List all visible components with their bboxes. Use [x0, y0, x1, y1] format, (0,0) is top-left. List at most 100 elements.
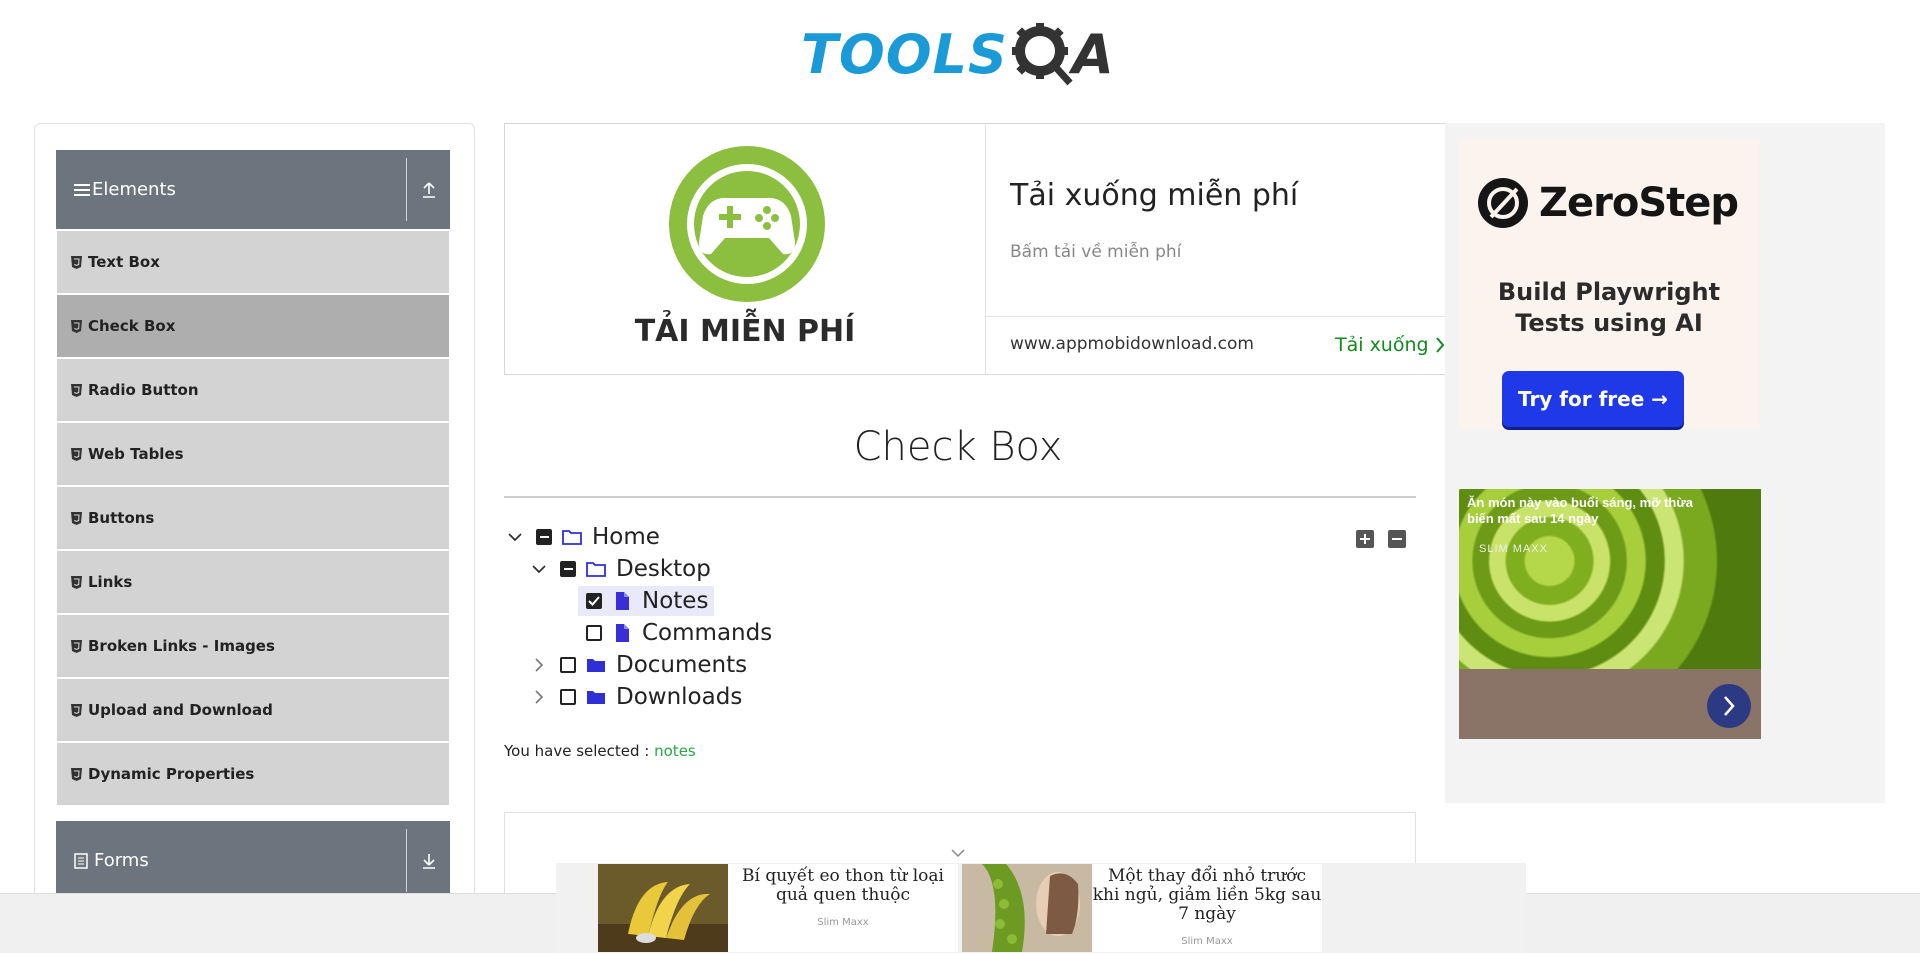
bananas-image: [598, 864, 728, 952]
menu-item-broken-links-images[interactable]: Broken Links - Images: [57, 615, 449, 679]
html5-badge-icon: [71, 511, 82, 525]
group-title-elements: Elements: [92, 179, 176, 200]
toolsqa-logo[interactable]: TOOLS A: [801, 16, 1123, 92]
tagline-line-1: Build Playwright: [1497, 278, 1721, 306]
menu-item-dynamic-properties[interactable]: Dynamic Properties: [57, 743, 449, 807]
html5-badge-icon: [71, 575, 82, 589]
tree-node-commands: Commands: [578, 618, 772, 648]
tree-actions: [1356, 530, 1406, 548]
tree-label-home[interactable]: Home: [592, 524, 660, 550]
menu-item-label: Text Box: [88, 253, 160, 271]
left-sidebar: Elements Text Box Check Box Radio Button…: [34, 123, 475, 953]
upload-arrow-icon[interactable]: [419, 178, 439, 202]
ad-image-panel: TẢI MIỄN PHÍ: [505, 124, 986, 374]
bottom-ad-2-text: Một thay đổi nhỏ trước khi ngủ, giảm liề…: [1092, 864, 1322, 952]
folder-open-icon: [562, 530, 582, 545]
menu-item-text-box[interactable]: Text Box: [57, 231, 449, 295]
menu-item-label: Links: [88, 573, 133, 591]
menu-item-label: Buttons: [88, 509, 155, 527]
gamepad-icon: [669, 146, 825, 302]
tree-label-notes[interactable]: Notes: [642, 588, 708, 614]
zerostep-brand-text: ZeroStep: [1539, 180, 1739, 226]
ad-caption: Ăn món này vào buổi sáng, mỡ thừa biến m…: [1467, 495, 1693, 526]
chevron-down-icon[interactable]: [528, 558, 550, 580]
group-title-forms: Forms: [94, 850, 149, 871]
ad-zerostep[interactable]: ZeroStep Build Playwright Tests using AI…: [1459, 139, 1759, 429]
menu-item-label: Broken Links - Images: [88, 637, 275, 655]
tagline-line-2: Tests using AI: [1515, 309, 1703, 337]
html5-badge-icon: [71, 767, 82, 781]
tree-label-downloads[interactable]: Downloads: [616, 684, 742, 710]
logo-text-tools: TOOLS: [801, 22, 1008, 86]
ad-banner-top[interactable]: TẢI MIỄN PHÍ Tải xuống miễn phí Bấm tải …: [504, 123, 1446, 375]
logo-text-a: A: [1071, 22, 1114, 86]
bottom-ad-1[interactable]: Bí quyết eo thon từ loại quả quen thuộc …: [598, 864, 958, 952]
checkbox-tree: Home Desktop Notes Commands Documents Do…: [504, 522, 1414, 722]
tree-label-documents[interactable]: Documents: [616, 652, 747, 678]
tree-label-desktop[interactable]: Desktop: [616, 556, 711, 582]
chevron-down-icon[interactable]: [950, 848, 966, 858]
chevron-down-icon[interactable]: [504, 526, 526, 548]
checkbox-desktop[interactable]: [560, 561, 576, 577]
menu-item-label: Web Tables: [88, 445, 184, 463]
ad-download-link[interactable]: Tải xuống: [1335, 334, 1445, 356]
html5-badge-icon: [71, 639, 82, 653]
chevron-right-icon[interactable]: [528, 654, 550, 676]
menu-item-check-box[interactable]: Check Box: [57, 295, 449, 359]
bottom-ad-1-title: Bí quyết eo thon từ loại quả quen thuộc: [742, 866, 944, 905]
ad-subtitle: Bấm tải về miễn phí: [1010, 242, 1182, 262]
html5-badge-icon: [71, 255, 82, 269]
checkbox-commands[interactable]: [586, 625, 602, 641]
try-for-free-button[interactable]: Try for free →: [1502, 371, 1684, 427]
checkbox-notes[interactable]: [586, 593, 602, 609]
tree-node-desktop: Desktop: [528, 554, 711, 584]
chevron-right-icon[interactable]: [528, 686, 550, 708]
menu-item-buttons[interactable]: Buttons: [57, 487, 449, 551]
tree-node-notes: Notes: [578, 586, 715, 616]
menu-item-label: Radio Button: [88, 381, 199, 399]
zerostep-tagline: Build Playwright Tests using AI: [1459, 277, 1759, 339]
bottom-ad-2-title: Một thay đổi nhỏ trước khi ngủ, giảm liề…: [1092, 866, 1322, 924]
document-icon: [74, 852, 88, 869]
checkbox-home[interactable]: [536, 529, 552, 545]
bottom-ad-1-text: Bí quyết eo thon từ loại quả quen thuộc …: [728, 864, 958, 952]
html5-badge-icon: [71, 447, 82, 461]
checkbox-documents[interactable]: [560, 657, 576, 673]
html5-badge-icon: [71, 383, 82, 397]
ad-title[interactable]: Tải xuống miễn phí: [1010, 178, 1298, 213]
minus-square-icon[interactable]: [1388, 530, 1406, 548]
menu-item-label: Check Box: [88, 317, 176, 335]
ad-sidebar-right: ZeroStep Build Playwright Tests using AI…: [1445, 123, 1885, 803]
result-prefix: You have selected :: [504, 742, 650, 760]
menu-item-label: Upload and Download: [88, 701, 273, 719]
bottom-ad-2[interactable]: Một thay đổi nhỏ trước khi ngủ, giảm liề…: [962, 864, 1322, 952]
file-icon: [616, 592, 629, 610]
download-arrow-icon[interactable]: [419, 849, 439, 873]
page-title: Check Box: [853, 424, 1063, 470]
zerostep-brand: ZeroStep: [1477, 177, 1739, 229]
group-header-elements[interactable]: Elements: [56, 150, 450, 229]
folder-icon: [587, 691, 605, 704]
elements-menu-list: Text Box Check Box Radio Button Web Tabl…: [57, 231, 449, 807]
file-icon: [616, 624, 629, 642]
tree-node-documents: Documents: [528, 650, 747, 680]
plus-square-icon[interactable]: [1356, 530, 1374, 548]
chevron-right-icon: [1435, 337, 1444, 353]
divider: [406, 829, 407, 892]
page: TOOLS A Elements Text Box Check Box Radi…: [0, 0, 1920, 953]
menu-item-upload-and-download[interactable]: Upload and Download: [57, 679, 449, 743]
ad-url[interactable]: www.appmobidownload.com: [1010, 334, 1254, 354]
tree-label-commands[interactable]: Commands: [642, 620, 772, 646]
menu-item-links[interactable]: Links: [57, 551, 449, 615]
menu-item-radio-button[interactable]: Radio Button: [57, 359, 449, 423]
checkbox-downloads[interactable]: [560, 689, 576, 705]
bitter-melon-image: [962, 864, 1092, 952]
divider: [504, 496, 1416, 498]
ad-slim-maxx[interactable]: Ăn món này vào buổi sáng, mỡ thừa biến m…: [1459, 489, 1761, 739]
divider: [406, 158, 407, 221]
html5-badge-icon: [71, 703, 82, 717]
result-value: notes: [654, 742, 696, 760]
menu-item-web-tables[interactable]: Web Tables: [57, 423, 449, 487]
group-header-forms[interactable]: Forms: [56, 821, 450, 900]
chevron-right-icon[interactable]: [1707, 684, 1751, 728]
